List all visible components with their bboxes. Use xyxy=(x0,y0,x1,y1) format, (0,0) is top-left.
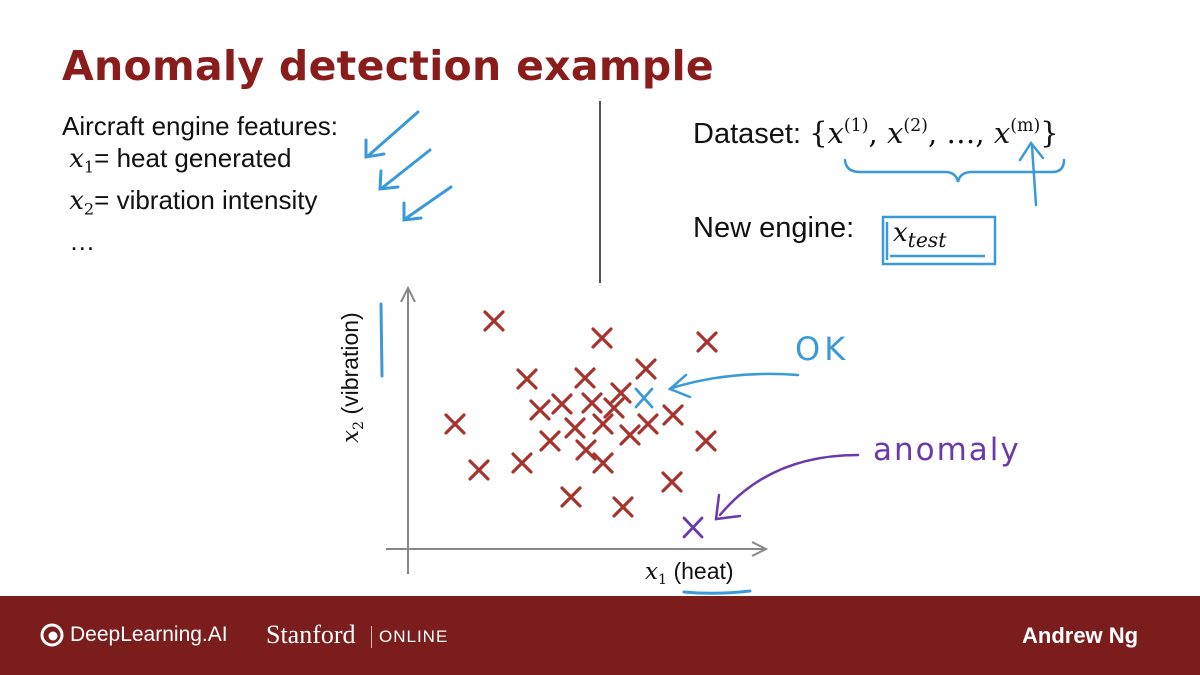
data-point-x-mark xyxy=(511,452,533,474)
data-point-x-mark xyxy=(696,331,718,353)
stanford-online-label: ONLINE xyxy=(379,627,449,646)
data-point-x-mark xyxy=(529,399,551,421)
data-point-x-mark xyxy=(635,358,657,380)
ok-test-point xyxy=(634,387,654,409)
anomaly-arrow xyxy=(714,453,860,521)
data-point-x-mark xyxy=(574,367,596,389)
data-point-x-mark xyxy=(637,413,659,435)
data-point-x-mark xyxy=(581,392,603,414)
anomaly-arrow-shaft xyxy=(718,453,860,517)
feature-arrow-1-shaft xyxy=(366,110,420,158)
data-point-x-mark xyxy=(619,424,641,446)
data-point-x-mark xyxy=(539,430,561,452)
brand-separator xyxy=(371,626,372,648)
data-point-x-mark xyxy=(516,368,538,390)
underbrace-path xyxy=(843,158,1066,183)
anomaly-point xyxy=(682,516,704,539)
data-point-x-mark xyxy=(592,452,614,474)
feature-arrows xyxy=(364,110,453,222)
xtest-box xyxy=(881,215,997,266)
author-name: Andrew Ng xyxy=(1022,623,1139,648)
data-point-x-mark xyxy=(564,417,586,439)
y-label-underline xyxy=(379,302,384,378)
ok-arrow xyxy=(667,372,800,399)
dataset-underbrace xyxy=(843,140,1066,207)
feature-arrow-2-shaft xyxy=(380,148,432,190)
data-point-x-mark xyxy=(551,393,573,415)
slide: Anomaly detection example Aircraft engin… xyxy=(0,0,1200,675)
data-point-x-mark xyxy=(560,486,582,508)
data-point-x-mark xyxy=(612,496,634,518)
data-points xyxy=(444,310,718,518)
data-point-x-mark xyxy=(483,310,505,332)
data-point-x-mark xyxy=(444,413,466,435)
data-point-x-mark xyxy=(468,459,490,481)
data-point-x-mark xyxy=(695,430,717,452)
data-point-x-mark xyxy=(575,439,597,461)
x-label-underline xyxy=(682,589,752,595)
data-point-x-mark xyxy=(592,413,614,435)
feature-arrow-3-shaft xyxy=(403,185,453,221)
superscript-m-arrow-shaft xyxy=(1030,144,1038,207)
data-point-x-mark xyxy=(662,404,684,426)
ok-arrow-shaft xyxy=(670,372,800,390)
data-point-x-mark xyxy=(661,471,683,493)
plot-and-annotations xyxy=(364,110,1066,595)
stanford-brand: Stanford xyxy=(266,620,356,649)
deeplearning-brand: DeepLearning.AI xyxy=(70,623,228,646)
deeplearning-logo-icon xyxy=(40,623,64,647)
data-point-x-mark xyxy=(591,327,613,349)
